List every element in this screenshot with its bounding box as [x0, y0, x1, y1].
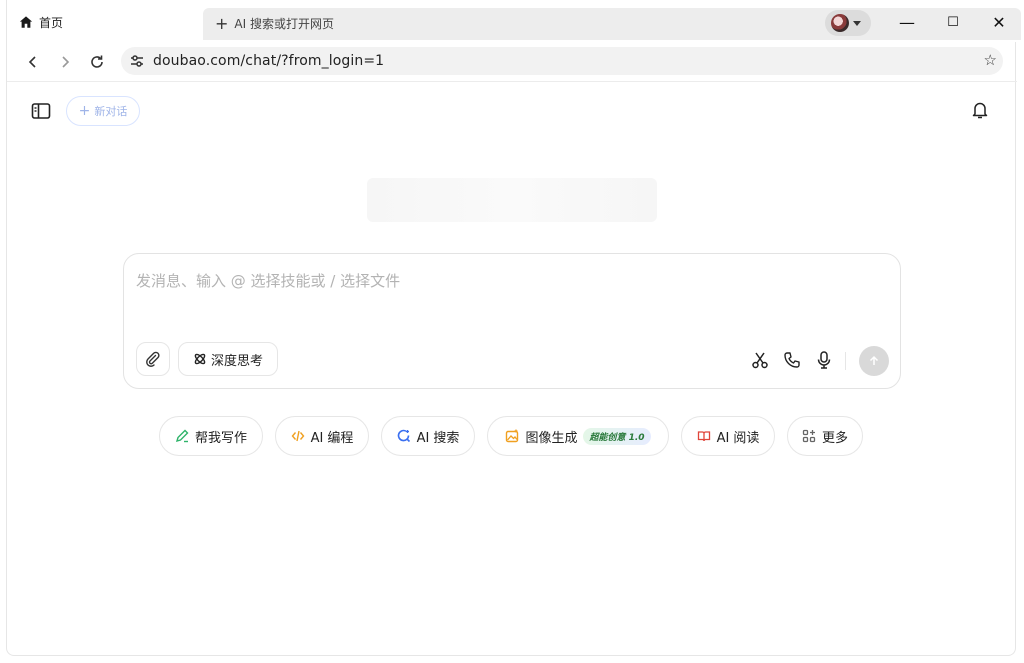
greeting-placeholder — [367, 178, 657, 222]
send-button[interactable] — [859, 346, 889, 376]
grid-icon — [802, 429, 816, 443]
skill-chip-coding[interactable]: AI 编程 — [275, 416, 369, 456]
navigation-bar: doubao.com/chat/?from_login=1 ☆ — [7, 42, 1017, 82]
skill-label: 图像生成 — [525, 430, 578, 446]
new-chat-button[interactable]: + 新对话 — [66, 96, 140, 126]
deep-think-label: 深度思考 — [210, 353, 263, 369]
new-chat-label: 新对话 — [94, 105, 128, 118]
avatar — [831, 14, 849, 32]
reload-button[interactable] — [85, 50, 109, 74]
code-icon — [291, 430, 304, 442]
minimize-button[interactable]: — — [893, 10, 921, 34]
new-tab[interactable]: + AI 搜索或打开网页 — ☐ ✕ — [203, 8, 1021, 40]
divider — [845, 352, 846, 370]
feature-badge: 超能创意 1.0 — [583, 427, 651, 445]
home-icon — [19, 16, 33, 28]
phone-icon[interactable] — [782, 350, 802, 370]
skill-chip-search[interactable]: AI 搜索 — [381, 416, 475, 456]
skill-chips: 帮我写作 AI 编程 AI 搜索 图像生成 超能创意 1.0 AI 阅读 更多 — [7, 416, 1017, 456]
reload-icon — [91, 55, 103, 68]
site-settings-icon[interactable] — [129, 53, 145, 69]
sidebar-toggle-icon[interactable] — [31, 102, 51, 120]
home-tab[interactable]: 首页 — [19, 12, 63, 32]
chevron-down-icon — [853, 20, 861, 26]
image-icon — [506, 429, 519, 443]
skill-label: AI 搜索 — [416, 430, 460, 446]
close-button[interactable]: ✕ — [985, 10, 1013, 34]
new-tab-label: AI 搜索或打开网页 — [234, 17, 334, 31]
home-tab-label: 首页 — [39, 15, 64, 30]
tab-bar: 首页 + AI 搜索或打开网页 — ☐ ✕ — [7, 0, 1021, 42]
attach-button[interactable] — [136, 342, 170, 376]
plus-icon: + — [78, 103, 91, 119]
book-icon — [697, 431, 710, 442]
skill-chip-writing[interactable]: 帮我写作 — [159, 416, 263, 456]
forward-button[interactable] — [53, 50, 77, 74]
chevron-right-icon — [62, 56, 70, 68]
skill-label: 更多 — [821, 430, 848, 446]
profile-button[interactable] — [825, 10, 871, 36]
skill-chip-reading[interactable]: AI 阅读 — [681, 416, 775, 456]
bell-icon[interactable] — [971, 100, 989, 120]
scissors-icon[interactable] — [750, 350, 770, 370]
message-input[interactable]: 发消息、输入 @ 选择技能或 / 选择文件 — [136, 270, 400, 291]
back-button[interactable] — [21, 50, 45, 74]
chevron-left-icon — [28, 56, 36, 68]
skill-label: 帮我写作 — [194, 430, 247, 446]
deep-think-button[interactable]: 深度思考 — [178, 342, 278, 376]
skill-chip-image[interactable]: 图像生成 超能创意 1.0 — [487, 416, 669, 456]
atom-icon — [194, 353, 206, 365]
maximize-button[interactable]: ☐ — [939, 10, 967, 34]
microphone-icon[interactable] — [814, 350, 834, 370]
browser-window: 首页 + AI 搜索或打开网页 — ☐ ✕ doubao.com/chat/?f… — [6, 0, 1021, 656]
chat-composer[interactable]: 发消息、输入 @ 选择技能或 / 选择文件 深度思考 — [123, 253, 901, 389]
arrow-up-icon — [869, 355, 879, 365]
paperclip-icon — [146, 351, 160, 367]
address-bar[interactable]: doubao.com/chat/?from_login=1 ☆ — [121, 47, 1003, 75]
pen-icon — [175, 429, 189, 443]
skill-label: AI 编程 — [310, 430, 354, 446]
skill-chip-more[interactable]: 更多 — [787, 416, 863, 456]
url-text[interactable]: doubao.com/chat/?from_login=1 — [153, 53, 384, 69]
bookmark-star-icon[interactable]: ☆ — [984, 51, 997, 69]
skill-label: AI 阅读 — [716, 430, 760, 446]
search-icon — [397, 429, 410, 443]
plus-icon: + — [215, 13, 229, 33]
